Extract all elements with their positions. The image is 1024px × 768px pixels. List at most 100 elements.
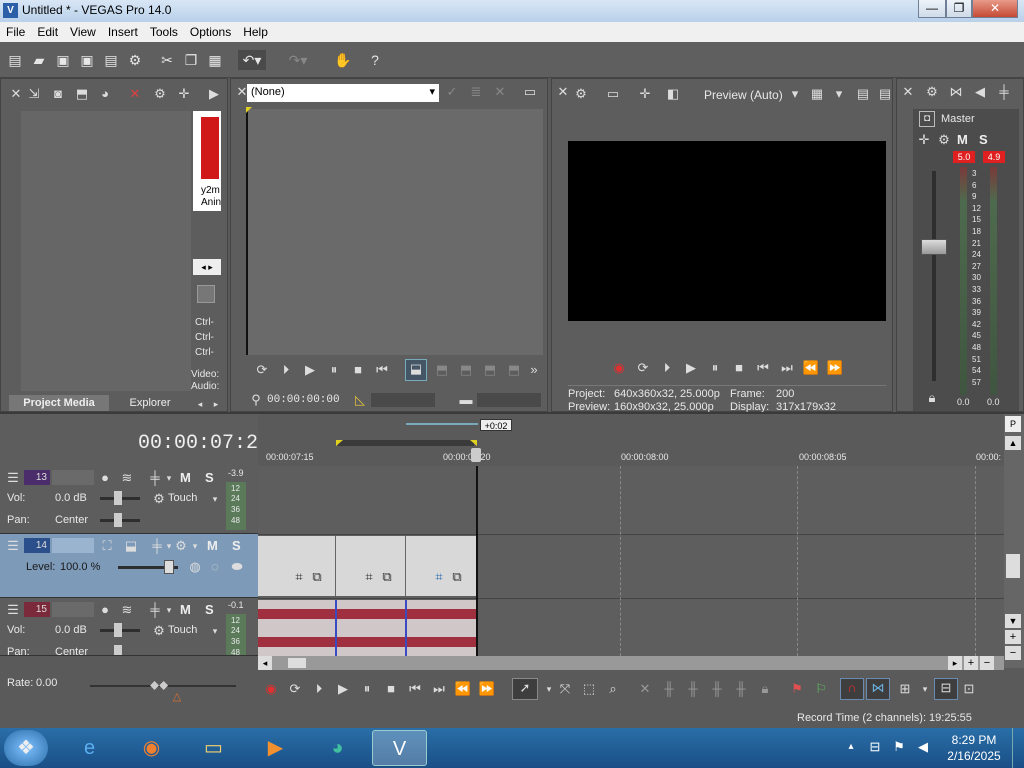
add-icon[interactable]: ⬒	[505, 361, 523, 379]
master-fader-handle[interactable]	[921, 239, 947, 255]
clock-date[interactable]: 2/16/2025	[944, 749, 1004, 763]
playhead-handle[interactable]	[471, 448, 481, 462]
chevron-down-icon[interactable]: ▾	[916, 680, 934, 698]
play-icon[interactable]: ▶	[334, 680, 352, 698]
chevron-down-icon[interactable]: ▾	[830, 85, 848, 103]
import-media-icon[interactable]: ⇲	[25, 85, 43, 103]
chat-app-icon[interactable]: ◕	[310, 730, 365, 766]
delete-icon[interactable]: ✕	[491, 83, 509, 101]
trimmer-mode-icon[interactable]: ⬓	[405, 359, 427, 381]
automation-gear-icon[interactable]: ⚙	[150, 490, 168, 508]
pause-icon[interactable]: ⏸	[706, 359, 724, 377]
chevron-down-icon[interactable]: ▾	[160, 601, 178, 619]
lock-icon[interactable]: 🔒︎	[923, 389, 941, 407]
trimmer-tools-icon[interactable]: ≣	[467, 83, 485, 101]
track-motion-icon[interactable]: ⛶	[98, 537, 116, 555]
mute-button[interactable]: M	[180, 602, 191, 617]
play-from-start-icon[interactable]: ⏵	[658, 359, 676, 377]
trim-icon[interactable]: ╫	[660, 680, 678, 698]
video-event[interactable]: ⌗ ⧉	[258, 536, 336, 596]
zoom-in-icon[interactable]: +	[1005, 630, 1021, 644]
volume-muted-icon[interactable]: ◀	[914, 738, 932, 756]
save-as-icon[interactable]: ▣	[77, 50, 97, 70]
timeline-tracks-area[interactable]: ⌗ ⧉ ⌗ ⧉ ⌗ ⧉	[258, 466, 1004, 656]
video-event[interactable]: ⌗ ⧉	[336, 536, 406, 596]
lock-envelopes-icon[interactable]: ⊟	[934, 678, 958, 700]
track-name-field[interactable]	[52, 470, 94, 485]
play-icon[interactable]: ▶	[301, 361, 319, 379]
audio-fx-icon[interactable]: ≋	[118, 601, 136, 619]
go-to-end-icon[interactable]: ⏭	[778, 359, 796, 377]
video-preview-screen[interactable]	[568, 141, 886, 321]
loop-icon[interactable]: ⟳	[253, 361, 271, 379]
delete-icon[interactable]: ✕	[636, 680, 654, 698]
video-event[interactable]: ⌗ ⧉	[406, 536, 477, 596]
mute-button[interactable]: M	[180, 470, 191, 485]
split-icon[interactable]: ╫	[732, 680, 750, 698]
preview-quality-dropdown[interactable]: Preview (Auto)	[704, 88, 783, 102]
clock-time[interactable]: 8:29 PM	[948, 733, 1000, 747]
vertical-scrollbar[interactable]: P ▲ ▼ + −	[1004, 414, 1024, 668]
marker-icon[interactable]: P	[1005, 416, 1021, 432]
save-snapshot-icon[interactable]: ▤	[876, 85, 894, 103]
loop-region-bar[interactable]	[338, 440, 474, 446]
vol-slider-handle[interactable]	[114, 491, 122, 505]
mixer-faders-icon[interactable]: ╪	[995, 83, 1013, 101]
file-explorer-icon[interactable]: ▭	[186, 730, 241, 766]
lock-icon[interactable]: 🔒︎	[756, 680, 774, 698]
media-thumbnail[interactable]: y2m Anin	[193, 111, 221, 211]
media-player-icon[interactable]: ▶	[248, 730, 303, 766]
zoom-out-icon[interactable]: −	[1005, 646, 1021, 660]
pause-icon[interactable]: ⏸	[325, 361, 343, 379]
envelope-tool-icon[interactable]: ⤧	[556, 680, 574, 698]
close-panel-icon[interactable]: ✕	[7, 85, 25, 103]
menu-view[interactable]: View	[64, 22, 102, 39]
mute-button[interactable]: M	[207, 538, 218, 553]
menu-insert[interactable]: Insert	[102, 22, 144, 39]
stop-icon[interactable]: ■	[349, 361, 367, 379]
parent-compositing-icon[interactable]: ◍	[186, 558, 204, 576]
trim-end-icon[interactable]: ╫	[708, 680, 726, 698]
event-fx-icon[interactable]: ⧉	[378, 568, 396, 586]
scroll-up-icon[interactable]: ▲	[1005, 436, 1021, 450]
rate-slider-handle[interactable]: ⬥⬥	[150, 676, 168, 694]
audio-event[interactable]	[258, 600, 478, 656]
get-media-icon[interactable]: ⬒	[73, 85, 91, 103]
split-screen-icon[interactable]: ✛	[636, 85, 654, 103]
properties-gear-icon[interactable]: ⚙	[125, 50, 145, 70]
next-frame-icon[interactable]: ⏩	[478, 680, 496, 698]
auto-crossfade-icon[interactable]: ⋈	[866, 678, 890, 700]
tab-project-media[interactable]: Project Media	[9, 395, 109, 411]
loop-icon[interactable]: ⟳	[286, 680, 304, 698]
audio-track-header[interactable]: ☰ 15 ● ≋ ╪ ▾ M S -0.1 Vol: 0.0 dB ⚙ Touc…	[0, 598, 258, 656]
paste-icon[interactable]: ▦	[205, 50, 225, 70]
menu-help[interactable]: Help	[237, 22, 274, 39]
speaker-icon[interactable]: ◀	[971, 83, 989, 101]
scroll-down-icon[interactable]: ▼	[1005, 614, 1021, 628]
what-is-this-icon[interactable]: ✋	[333, 50, 353, 70]
play-from-start-icon[interactable]: ⏵	[277, 361, 295, 379]
copy-icon[interactable]: ❐	[181, 50, 201, 70]
render-icon[interactable]: ▤	[101, 50, 121, 70]
external-monitor-icon[interactable]: ▭	[604, 85, 622, 103]
track-name-field[interactable]	[52, 538, 94, 553]
timeline-ruler[interactable]: +0:02 00:00:07:15 00:00:07:20 00:00:08:0…	[258, 414, 1004, 466]
event-fx-icon[interactable]: ⧉	[308, 568, 326, 586]
add-icon[interactable]: ⬒	[433, 361, 451, 379]
stop-icon[interactable]: ■	[382, 680, 400, 698]
zoom-out-icon[interactable]: −	[980, 656, 994, 670]
media-fx-icon[interactable]: ⚙	[151, 85, 169, 103]
play-icon[interactable]: ▶	[205, 85, 223, 103]
next-frame-icon[interactable]: ⏩	[826, 359, 844, 377]
pan-slider-handle[interactable]	[114, 645, 122, 655]
trim-start-icon[interactable]: ╫	[684, 680, 702, 698]
open-folder-icon[interactable]: ▰	[29, 50, 49, 70]
normal-edit-tool-icon[interactable]: ➚	[512, 678, 538, 700]
peak-left-indicator[interactable]: 5.0	[953, 151, 975, 163]
audio-track-header[interactable]: ☰ 13 ● ≋ ╪ ▾ M S -3.9 Vol: 0.0 dB ⚙ Touc…	[0, 466, 258, 534]
capture-icon[interactable]: ◙	[49, 85, 67, 103]
close-panel-icon[interactable]: ✕	[554, 83, 572, 101]
horizontal-scrollbar[interactable]: ◂ ▸ + −	[258, 656, 1004, 670]
new-file-icon[interactable]: ▤	[5, 50, 25, 70]
insert-fx-icon[interactable]: ✛	[915, 131, 933, 149]
